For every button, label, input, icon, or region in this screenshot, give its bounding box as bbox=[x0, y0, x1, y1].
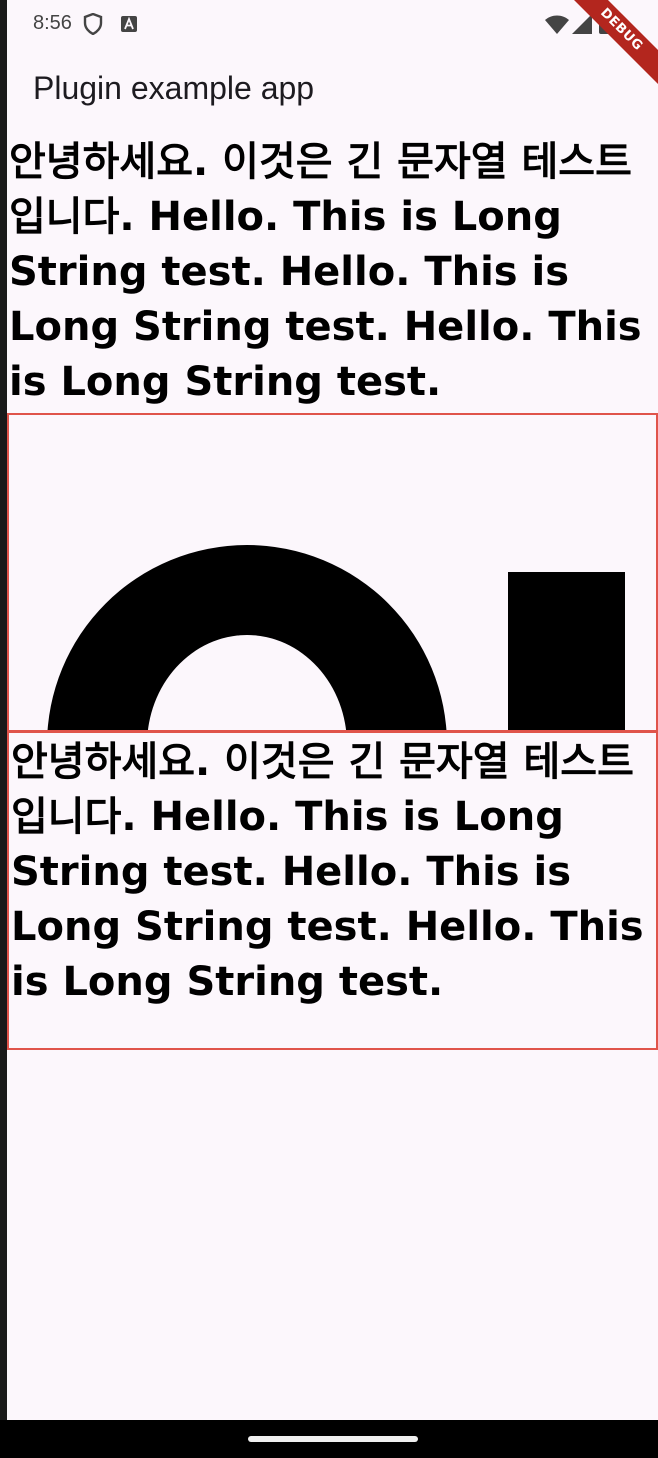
status-bar: 8:56 DEBUG bbox=[7, 0, 658, 92]
shield-icon bbox=[83, 12, 103, 40]
navigation-bar bbox=[0, 1420, 658, 1458]
text-a-icon bbox=[121, 16, 137, 37]
app-title: Plugin example app bbox=[33, 70, 315, 106]
screen-left-edge bbox=[0, 0, 7, 1420]
long-text-paragraph-boxed: 안녕하세요. 이것은 긴 문자열 테스트입니다. Hello. This is … bbox=[11, 739, 644, 1005]
app-bar: Plugin example app bbox=[7, 48, 658, 132]
wifi-icon bbox=[545, 15, 569, 40]
long-text-paragraph: 안녕하세요. 이것은 긴 문자열 테스트입니다. Hello. This is … bbox=[9, 139, 642, 405]
home-gesture-handle[interactable] bbox=[248, 1436, 418, 1442]
cellular-signal-icon bbox=[572, 14, 592, 39]
magnified-glyph-fragment bbox=[47, 545, 625, 731]
bordered-text-box: 안녕하세요. 이것은 긴 문자열 테스트입니다. Hello. This is … bbox=[7, 730, 658, 1050]
magnified-text-box bbox=[7, 413, 658, 733]
app-screen: 8:56 DEBUG Plugin example app 안녕하세요. 이것은… bbox=[7, 0, 658, 1420]
status-time: 8:56 bbox=[33, 12, 72, 34]
